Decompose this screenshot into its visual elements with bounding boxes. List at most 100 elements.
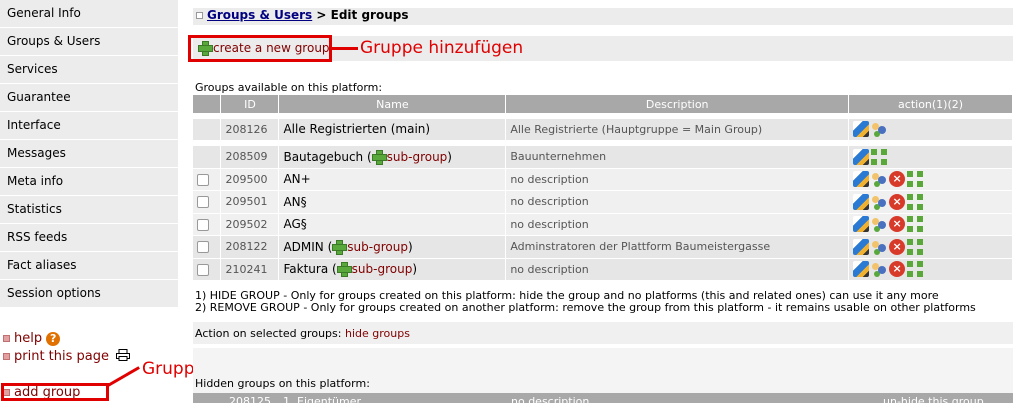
table-row: 208126 Alle Registrierten (main) Alle Re… <box>193 118 1013 141</box>
users-icon[interactable] <box>871 261 887 277</box>
row-checkbox[interactable] <box>197 218 209 231</box>
move-icon[interactable] <box>907 238 924 255</box>
plus-icon <box>371 149 387 165</box>
printer-icon <box>116 349 131 361</box>
move-icon[interactable] <box>871 148 888 165</box>
table-row: 208122 ADMIN (sub-group) Adminstratoren … <box>193 235 1013 259</box>
header-name: Name <box>278 95 507 113</box>
delete-icon[interactable]: × <box>889 238 906 255</box>
page-title: Edit groups <box>330 8 409 22</box>
group-id: 208125 <box>229 395 271 403</box>
row-actions <box>848 118 1013 141</box>
selected-action-line: Action on selected groups: hide groups <box>195 327 410 340</box>
row-checkbox[interactable] <box>197 196 209 209</box>
square-bullet-icon <box>3 353 10 360</box>
group-description: no description <box>505 190 850 214</box>
group-name: AN§ <box>278 190 507 214</box>
users-icon[interactable] <box>871 171 887 187</box>
group-description: no description <box>511 395 590 403</box>
pencil-icon[interactable] <box>853 193 870 210</box>
sidebar-item-guarantee[interactable]: Guarantee <box>0 84 178 112</box>
row-actions: × <box>848 235 1013 259</box>
plus-icon <box>332 239 348 255</box>
group-description: Bauunternehmen <box>505 145 850 169</box>
group-name: AN+ <box>278 168 507 191</box>
hidden-groups-label: Hidden groups on this platform: <box>195 377 370 390</box>
group-name: Alle Registrierten (main) <box>278 118 507 141</box>
sidebar-item-rss-feeds[interactable]: RSS feeds <box>0 224 178 252</box>
sidebar-item-interface[interactable]: Interface <box>0 112 178 140</box>
group-name: Bautagebuch (sub-group) <box>278 145 507 169</box>
group-description: no description <box>505 258 850 281</box>
sidebar-item-statistics[interactable]: Statistics <box>0 196 178 224</box>
help-icon: ? <box>46 331 61 346</box>
group-id: 209501 <box>220 190 280 214</box>
move-icon[interactable] <box>907 216 924 233</box>
sub-group-link[interactable]: sub-group <box>387 150 448 164</box>
sidebar-item-session-options[interactable]: Session options <box>0 280 178 308</box>
group-id: 210241 <box>220 258 280 281</box>
add-group-highlight-box <box>1 383 109 401</box>
move-icon[interactable] <box>907 261 924 278</box>
sub-group-link[interactable]: sub-group <box>352 262 413 276</box>
move-icon[interactable] <box>907 171 924 188</box>
group-id: 208126 <box>220 118 280 141</box>
group-name: 1. Eigentümer <box>283 395 362 403</box>
group-id: 208509 <box>220 145 280 169</box>
square-bullet-icon <box>3 335 10 342</box>
users-icon[interactable] <box>871 121 887 137</box>
pencil-icon[interactable] <box>853 148 870 165</box>
table-row: 209502 AG§ no description × <box>193 213 1013 236</box>
delete-icon[interactable]: × <box>889 171 906 188</box>
sidebar-nav: General Info Groups & Users Services Gua… <box>0 0 178 308</box>
row-checkbox[interactable] <box>197 263 209 276</box>
help-link[interactable]: help ? <box>0 330 178 348</box>
delete-icon[interactable]: × <box>889 193 906 210</box>
users-icon[interactable] <box>871 216 887 232</box>
create-group-highlight-box <box>188 35 332 62</box>
table-row: 210241 Faktura (sub-group) no descriptio… <box>193 258 1013 281</box>
sidebar-item-messages[interactable]: Messages <box>0 140 178 168</box>
group-description: Adminstratoren der Plattform Baumeisterg… <box>505 235 850 259</box>
sidebar-item-meta-info[interactable]: Meta info <box>0 168 178 196</box>
sidebar-item-groups-users[interactable]: Groups & Users <box>0 28 178 56</box>
delete-icon[interactable]: × <box>889 261 906 278</box>
annotation-top-pointer <box>332 47 358 50</box>
action-notes: 1) HIDE GROUP - Only for groups created … <box>195 290 976 314</box>
group-name: ADMIN (sub-group) <box>278 235 507 259</box>
breadcrumb: Groups & Users > Edit groups <box>193 8 1013 25</box>
groups-table: ID Name Description action(1)(2) 208126 … <box>193 95 1013 281</box>
sidebar-item-fact-aliases[interactable]: Fact aliases <box>0 252 178 280</box>
group-name: AG§ <box>278 213 507 236</box>
header-id: ID <box>220 95 280 113</box>
row-actions: × <box>848 258 1013 281</box>
group-name: Faktura (sub-group) <box>278 258 507 281</box>
row-checkbox[interactable] <box>197 241 209 254</box>
breadcrumb-groups-users[interactable]: Groups & Users <box>207 8 312 22</box>
users-icon[interactable] <box>871 239 887 255</box>
sidebar-item-general-info[interactable]: General Info <box>0 0 178 28</box>
table-row: 209500 AN+ no description × <box>193 168 1013 191</box>
pencil-icon[interactable] <box>853 238 870 255</box>
row-checkbox[interactable] <box>197 173 209 186</box>
header-action: action(1)(2) <box>848 95 1013 113</box>
hide-groups-link[interactable]: hide groups <box>345 327 410 340</box>
note-remove-group: 2) REMOVE GROUP - Only for groups create… <box>195 301 976 314</box>
unhide-group-link[interactable]: un-hide this group <box>883 395 984 403</box>
group-description: Alle Registrierte (Hauptgruppe = Main Gr… <box>505 118 850 141</box>
sidebar-item-services[interactable]: Services <box>0 56 178 84</box>
group-id: 209500 <box>220 168 280 191</box>
move-icon[interactable] <box>907 193 924 210</box>
pencil-icon[interactable] <box>853 261 870 278</box>
plus-icon <box>336 262 352 278</box>
pencil-icon[interactable] <box>853 121 870 138</box>
group-id: 209502 <box>220 213 280 236</box>
pencil-icon[interactable] <box>853 171 870 188</box>
row-actions: × <box>848 213 1013 236</box>
sub-group-link[interactable]: sub-group <box>347 240 408 254</box>
pencil-icon[interactable] <box>853 216 870 233</box>
delete-icon[interactable]: × <box>889 216 906 233</box>
group-description: no description <box>505 213 850 236</box>
users-icon[interactable] <box>871 194 887 210</box>
group-description: no description <box>505 168 850 191</box>
